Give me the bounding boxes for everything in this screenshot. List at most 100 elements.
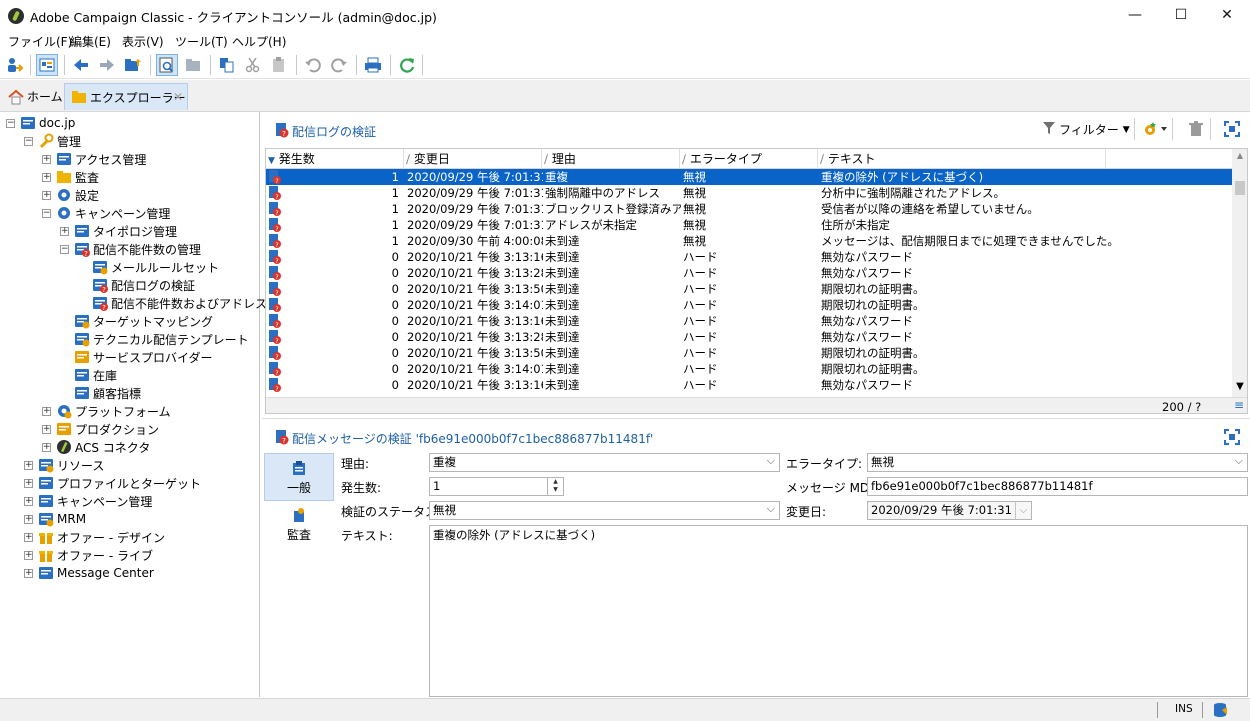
tree-item-18[interactable]: + ACS コネクタ [42, 438, 150, 456]
collapse-icon[interactable]: − [60, 244, 69, 254]
collapse-icon[interactable]: − [42, 208, 51, 218]
tab-explorer[interactable]: エクスプローラー ✕ [64, 83, 188, 110]
spinner-arrows-icon[interactable]: ▲ ▼ [547, 478, 563, 495]
expand-icon[interactable]: + [42, 424, 51, 434]
tree-item-15[interactable]: 顧客指標 [60, 384, 141, 402]
grid-scrollbar[interactable]: ▲ ▼ [1232, 149, 1247, 397]
actions-gear-button[interactable] [1142, 121, 1168, 140]
search-list-icon[interactable] [156, 54, 178, 76]
collapse-icon[interactable]: − [6, 118, 15, 128]
expand-icon[interactable]: + [24, 514, 33, 524]
md5-field[interactable]: fb6e91e000b0f7c1bec886877b11481f [867, 477, 1248, 496]
status-select[interactable]: 無視 [429, 501, 780, 520]
back-arrow-icon[interactable] [70, 54, 92, 76]
expand-icon[interactable]: + [24, 478, 33, 488]
tree-item-14[interactable]: 在庫 [60, 366, 117, 384]
expand-icon[interactable]: + [24, 496, 33, 506]
tree-item-7[interactable]: −? 配信不能件数の管理 [60, 240, 201, 258]
modified-date-field[interactable]: 2020/09/29 午後 7:01:31 ⌵ [867, 501, 1032, 520]
connect-user-icon[interactable] [4, 54, 26, 76]
detail-tab-general[interactable]: 一般 [264, 453, 334, 501]
minimize-button[interactable]: — [1112, 0, 1158, 31]
copy-icon[interactable] [216, 54, 238, 76]
tree-item-5[interactable]: − キャンペーン管理 [42, 204, 170, 222]
column-header-modified[interactable]: ∕ 変更日 [404, 149, 542, 169]
column-header-reason[interactable]: ∕ 理由 [542, 149, 680, 169]
tree-item-8[interactable]: メールルールセット [78, 258, 219, 276]
collapse-icon[interactable]: − [24, 136, 33, 146]
forward-arrow-icon[interactable] [96, 54, 118, 76]
tree-item-3[interactable]: + 監査 [42, 168, 99, 186]
expand-icon[interactable]: + [60, 226, 69, 236]
tree-item-16[interactable]: + プラットフォーム [42, 402, 171, 420]
table-row[interactable]: ? 1 2020/09/29 午後 7:01:31 ブロックリスト登録済みア... 無視… [266, 201, 1232, 217]
tab-home[interactable]: ホーム [2, 83, 69, 110]
expand-icon[interactable]: + [24, 550, 33, 560]
tree-item-12[interactable]: テクニカル配信テンプレート [60, 330, 249, 348]
tree-item-22[interactable]: + MRM [24, 510, 86, 528]
column-header-error-type[interactable]: ∕ エラータイプ [680, 149, 818, 169]
print-icon[interactable] [362, 54, 384, 76]
scroll-down-icon[interactable]: ▼ [1234, 381, 1246, 393]
column-header-text[interactable]: ∕ テキスト [818, 149, 1106, 169]
open-folder-icon[interactable] [182, 54, 204, 76]
explorer-view-icon[interactable] [36, 54, 58, 76]
expand-icon[interactable]: + [24, 460, 33, 470]
expand-icon[interactable]: + [24, 568, 33, 578]
count-spinner[interactable]: 1 ▲ ▼ [429, 477, 564, 496]
close-window-button[interactable]: ✕ [1204, 0, 1250, 31]
cut-icon[interactable] [242, 54, 264, 76]
maximize-detail-button[interactable] [1224, 429, 1240, 448]
close-tab-icon[interactable]: ✕ [173, 90, 183, 104]
expand-icon[interactable]: + [42, 154, 51, 164]
error-type-select[interactable]: 無視 [867, 453, 1248, 472]
maximize-button[interactable]: ☐ [1158, 0, 1204, 31]
expand-icon[interactable]: + [42, 172, 51, 182]
table-row[interactable]: ? 0 2020/10/21 午後 3:14:01 未到達 ハード 期限切れの証明書。 [266, 361, 1232, 377]
maximize-panel-button[interactable] [1224, 121, 1240, 140]
table-row[interactable]: ? 0 2020/10/21 午後 3:13:16 未到達 ハード 無効なパスワード [266, 377, 1232, 393]
table-row[interactable]: ? 0 2020/10/21 午後 3:13:16 未到達 ハード 無効なパスワード [266, 313, 1232, 329]
menu-view[interactable]: 表示(V) [122, 33, 164, 50]
tree-item-24[interactable]: + オファー - ライブ [24, 546, 153, 564]
tree-item-23[interactable]: + オファー - デザイン [24, 528, 165, 546]
tree-item-25[interactable]: + Message Center [24, 564, 154, 582]
table-row[interactable]: ? 0 2020/10/21 午後 3:14:01 未到達 ハード 期限切れの証明書。 [266, 297, 1232, 313]
table-row[interactable]: ? 0 2020/10/21 午後 3:13:50 未到達 ハード 期限切れの証明書。 [266, 281, 1232, 297]
folder-up-icon[interactable] [122, 54, 144, 76]
table-row[interactable]: ? 1 2020/09/29 午後 7:01:31 アドレスが未指定 無視 住所が未指定 [266, 217, 1232, 233]
tree-item-19[interactable]: + リソース [24, 456, 104, 474]
expand-icon[interactable]: + [24, 532, 33, 542]
expand-icon[interactable]: + [42, 190, 51, 200]
tree-item-13[interactable]: サービスプロバイダー [60, 348, 213, 366]
refresh-icon[interactable] [396, 54, 418, 76]
tree-item-21[interactable]: + キャンペーン管理 [24, 492, 152, 510]
table-row[interactable]: ? 0 2020/10/21 午後 3:13:50 未到達 ハード 期限切れの証明書。 [266, 345, 1232, 361]
tree-item-20[interactable]: + プロファイルとターゲット [24, 474, 201, 492]
table-row[interactable]: ? 1 2020/09/30 午前 4:00:08 未到達 無視 メッセージは、配信期限日… [266, 233, 1232, 249]
expand-icon[interactable]: + [42, 442, 51, 452]
tree-item-11[interactable]: ターゲットマッピング [60, 312, 213, 330]
tree-item-4[interactable]: + 設定 [42, 186, 99, 204]
tree-item-10[interactable]: ? 配信不能件数およびアドレス [78, 294, 267, 312]
text-area[interactable]: 重複の除外 (アドレスに基づく) [429, 525, 1248, 697]
table-row[interactable]: ? 0 2020/10/21 午後 3:13:28 未到達 ハード 無効なパスワード [266, 265, 1232, 281]
table-row[interactable]: ? 1 2020/09/29 午後 7:01:31 強制隔離中のアドレス 無視 分析中に強… [266, 185, 1232, 201]
tree-item-6[interactable]: + タイポロジ管理 [60, 222, 177, 240]
redo-icon[interactable] [328, 54, 350, 76]
expand-icon[interactable]: + [42, 406, 51, 416]
date-dropdown-icon[interactable]: ⌵ [1015, 502, 1031, 519]
table-row[interactable]: ? 1 2020/09/29 午後 7:01:31 重複 無視 重複の除外 (アドレスに基… [266, 169, 1232, 185]
delete-button[interactable] [1188, 121, 1204, 140]
reason-select[interactable]: 重複 [429, 453, 780, 472]
scroll-up-icon[interactable]: ▲ [1234, 151, 1246, 163]
undo-icon[interactable] [302, 54, 324, 76]
tree-item-9[interactable]: ? 配信ログの検証 [78, 276, 195, 294]
column-header-count[interactable]: ▼ 発生数 [266, 149, 404, 169]
paste-icon[interactable] [268, 54, 290, 76]
menu-tools[interactable]: ツール(T) [175, 33, 228, 50]
detail-tab-audit[interactable]: 監査 [264, 505, 334, 549]
table-row[interactable]: ? 0 2020/10/21 午後 3:13:16 未到達 ハード 無効なパスワード [266, 249, 1232, 265]
tree-item-2[interactable]: + アクセス管理 [42, 150, 146, 168]
filter-button[interactable]: フィルター ▼ [1042, 121, 1130, 138]
